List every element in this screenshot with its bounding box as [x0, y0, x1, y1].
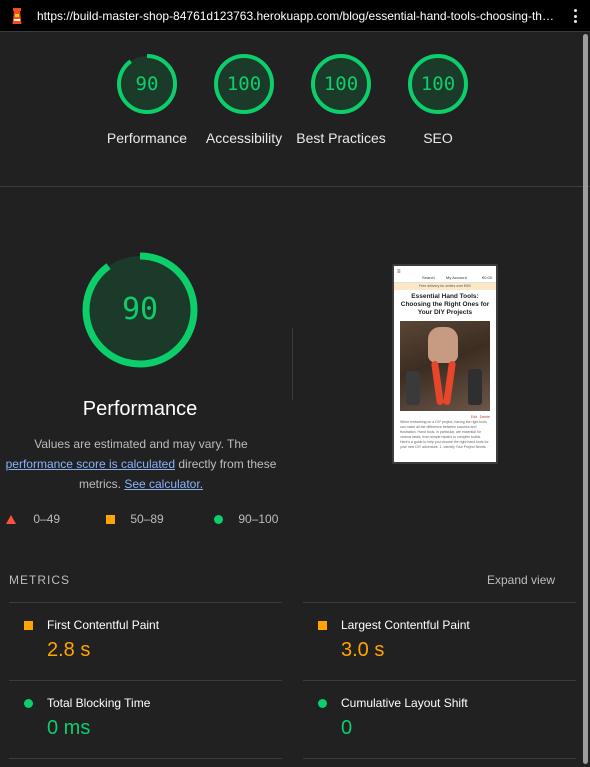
metric-cls: Cumulative Layout Shift 0 — [303, 696, 563, 740]
more-options-icon[interactable] — [574, 9, 578, 25]
square-icon — [106, 515, 115, 525]
metric-label: Cumulative Layout Shift — [341, 696, 468, 710]
edit-text: Edit — [470, 415, 477, 419]
metric-divider — [303, 758, 576, 759]
plier-handle — [430, 360, 445, 406]
plier-handle — [442, 360, 457, 406]
calculator-link[interactable]: See calculator. — [124, 477, 203, 491]
metric-label: Total Blocking Time — [47, 696, 151, 710]
lighthouse-icon — [12, 8, 22, 24]
score-calculation-link[interactable]: performance score is calculated — [6, 457, 175, 471]
nav-account: My Account — [446, 275, 467, 280]
tool-shape — [406, 371, 420, 405]
performance-score: 90 — [121, 292, 159, 327]
page-url[interactable]: https://build-master-shop-84761d123763.h… — [37, 9, 557, 23]
gauge-score: 100 — [420, 73, 456, 95]
nav-cart: €0.00 — [482, 275, 493, 280]
gauge-best-practices[interactable]: 100 Best Practices — [296, 52, 386, 148]
gauge-seo[interactable]: 100 SEO — [393, 52, 483, 148]
delete-text: Delete — [479, 415, 490, 419]
metric-value: 0 ms — [47, 717, 91, 739]
legend-pass: 90–100 — [214, 512, 278, 526]
scrollbar-thumb[interactable] — [583, 34, 588, 764]
metric-value: 3.0 s — [341, 639, 385, 661]
metrics-heading: METRICS — [9, 573, 70, 587]
triangle-icon — [6, 515, 16, 525]
performance-gauge: 90 — [80, 250, 200, 370]
screenshot-nav: ≡ Search My Account €0.00 — [394, 266, 496, 283]
expand-view-button[interactable]: Expand view — [487, 573, 555, 587]
vertical-divider — [292, 328, 293, 400]
legend-range: 90–100 — [238, 512, 279, 526]
metric-divider — [9, 602, 282, 603]
hand-shape — [428, 327, 458, 363]
performance-title: Performance — [82, 398, 198, 420]
legend-fail: 0–49 — [6, 512, 60, 526]
gauge-accessibility[interactable]: 100 Accessibility — [199, 52, 289, 148]
gauge-score: 100 — [323, 73, 359, 95]
metric-divider — [9, 758, 282, 759]
gauge-label: SEO — [423, 130, 453, 146]
metric-value: 0 — [341, 717, 353, 739]
gauge-performance[interactable]: 90 Performance — [102, 52, 192, 148]
page-screenshot[interactable]: ≡ Search My Account €0.00 Free delivery … — [392, 264, 498, 464]
square-icon — [24, 621, 33, 630]
screenshot-image — [400, 321, 490, 411]
section-divider — [0, 186, 590, 187]
metric-divider — [303, 680, 576, 681]
metric-divider — [9, 680, 282, 681]
metric-lcp: Largest Contentful Paint 3.0 s — [303, 618, 563, 662]
legend-average: 50–89 — [106, 512, 164, 526]
tool-shape — [468, 369, 482, 405]
metric-value: 2.8 s — [47, 639, 91, 661]
score-gauges: 90 Performance 100 Accessibility 100 Bes… — [0, 32, 590, 186]
metric-divider — [303, 602, 576, 603]
circle-icon — [24, 699, 33, 708]
gauge-label: Accessibility — [205, 130, 283, 146]
scrollbar[interactable] — [580, 32, 590, 767]
top-bar: https://build-master-shop-84761d123763.h… — [0, 0, 590, 32]
nav-search: Search — [422, 275, 435, 280]
gauge-score: 90 — [135, 73, 159, 95]
screenshot-body: When embarking on a DIY project, having … — [400, 420, 489, 449]
desc-text: Values are estimated and may vary. The — [34, 437, 248, 451]
metric-fcp: First Contentful Paint 2.8 s — [9, 618, 269, 662]
metric-label: Largest Contentful Paint — [341, 618, 470, 632]
circle-icon — [214, 515, 223, 525]
menu-icon: ≡ — [397, 269, 401, 275]
performance-description: Values are estimated and may vary. The p… — [0, 434, 282, 494]
legend-range: 0–49 — [33, 512, 61, 526]
gauge-score: 100 — [226, 73, 262, 95]
gauge-label: Best Practices — [296, 130, 386, 146]
gauge-label: Performance — [106, 130, 188, 146]
metric-tbt: Total Blocking Time 0 ms — [9, 696, 269, 740]
circle-icon — [318, 699, 327, 708]
legend-range: 50–89 — [130, 512, 164, 526]
square-icon — [318, 621, 327, 630]
metric-label: First Contentful Paint — [47, 618, 160, 632]
screenshot-promo: Free delivery for orders over €50! — [394, 283, 496, 290]
screenshot-title: Essential Hand Tools: Choosing the Right… — [400, 293, 490, 316]
